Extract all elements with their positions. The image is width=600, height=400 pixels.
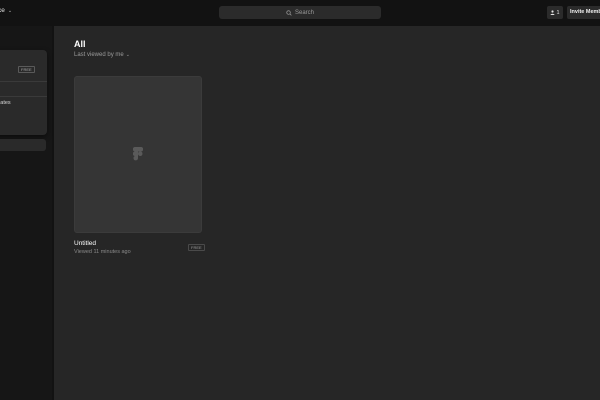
invite-members-button[interactable]: Invite Members [567, 6, 600, 19]
figma-logo-icon [133, 147, 143, 161]
sort-label: Last viewed by me [74, 52, 124, 58]
person-icon [550, 10, 555, 15]
file-meta: Viewed 11 minutes ago [74, 249, 131, 255]
sidebar-button[interactable] [0, 139, 46, 151]
members-button[interactable]: 1 [547, 6, 563, 19]
sidebar: FREE y plates [0, 26, 52, 400]
divider [0, 81, 47, 82]
top-bar: ce⌄ Search 1 Invite Members [0, 0, 600, 26]
workspace-dropdown-panel: FREE y plates [0, 50, 47, 135]
file-name[interactable]: Untitled [74, 240, 96, 247]
file-plan-badge: FREE [188, 244, 205, 251]
page-title: All [74, 39, 86, 49]
plan-badge: FREE [18, 66, 35, 73]
workspace-title: ce [0, 7, 5, 14]
member-count: 1 [556, 9, 560, 16]
workspace-switcher[interactable]: ce⌄ [0, 7, 12, 14]
chevron-down-icon: ⌄ [125, 52, 130, 58]
divider [0, 96, 47, 97]
search-bar[interactable]: Search [219, 6, 381, 19]
chevron-down-icon: ⌄ [7, 8, 13, 14]
search-icon [286, 9, 292, 16]
dropdown-item-templates[interactable]: plates [0, 100, 11, 106]
search-placeholder: Search [294, 9, 314, 16]
sort-dropdown[interactable]: Last viewed by me ⌄ [74, 52, 130, 58]
